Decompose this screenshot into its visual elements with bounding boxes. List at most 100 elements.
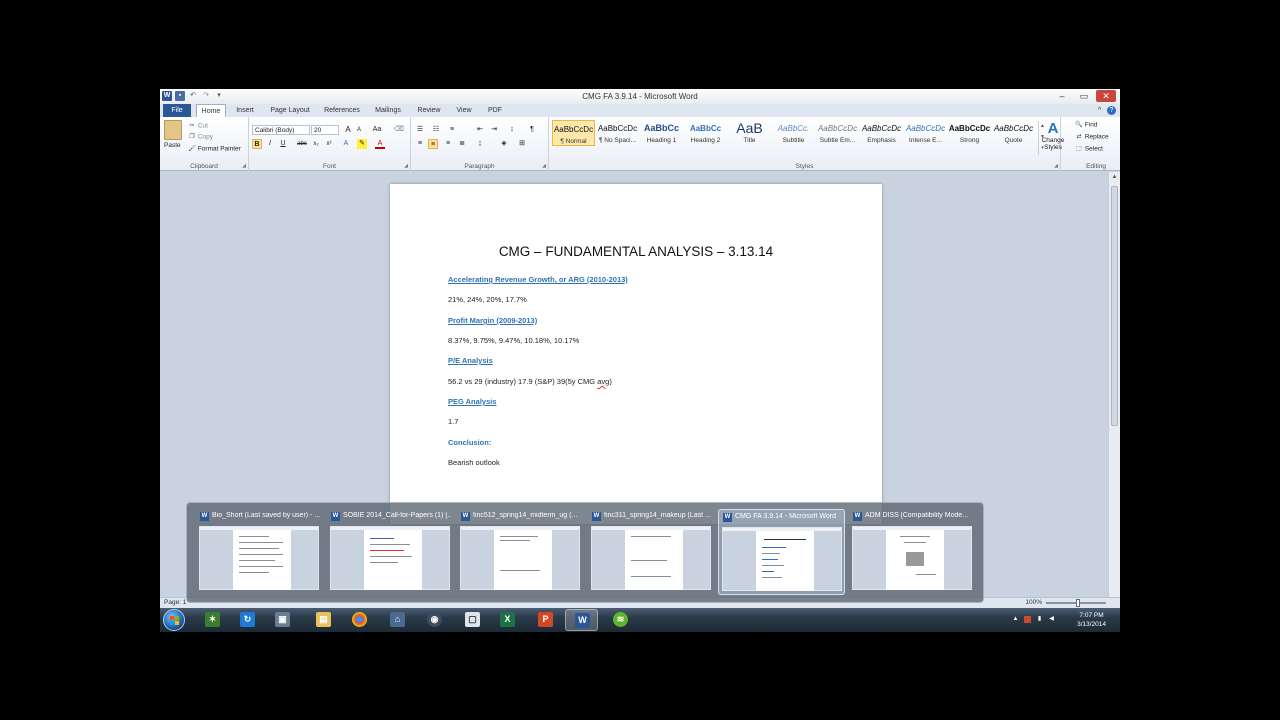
paragraph-launcher-icon[interactable]: ◢ <box>542 163 546 169</box>
underline-button[interactable]: U <box>278 139 288 149</box>
paste-icon[interactable] <box>164 120 182 140</box>
heading-pe-analysis[interactable]: P/E Analysis <box>448 356 493 365</box>
taskbar-powerpoint[interactable]: P <box>529 609 562 631</box>
replace-button[interactable]: ⇄ Replace <box>1075 133 1108 141</box>
decrease-indent-icon[interactable]: ⇤ <box>475 125 485 135</box>
minimize-button[interactable]: – <box>1052 90 1072 102</box>
tab-references[interactable]: References <box>320 104 364 117</box>
line-spacing-icon[interactable]: ↨ <box>475 139 485 149</box>
scroll-up-icon[interactable]: ▲ <box>1109 172 1120 182</box>
close-button[interactable]: ✕ <box>1096 90 1116 102</box>
taskbar-spotify[interactable]: ≋ <box>604 609 637 631</box>
justify-icon[interactable]: ≣ <box>457 139 467 149</box>
taskbar-app-3[interactable]: ▣ <box>266 609 299 631</box>
body-pe-analysis[interactable]: 56.2 vs 29 (industry) 17.9 (S&P) 39(5y C… <box>448 377 612 386</box>
tab-file[interactable]: File <box>163 104 191 117</box>
document-title[interactable]: CMG – FUNDAMENTAL ANALYSIS – 3.13.14 <box>390 244 882 259</box>
align-right-icon[interactable]: ≡ <box>443 139 453 149</box>
change-case-button[interactable]: Aa <box>369 125 385 135</box>
preview-finc512-midterm[interactable]: W finc512_spring14_midterm_ug (... <box>457 509 584 595</box>
taskbar-app-6[interactable]: ⌂ <box>381 609 414 631</box>
change-styles-button[interactable]: A Change Styles <box>1036 120 1070 160</box>
clear-formatting-icon[interactable]: ⌫ <box>394 125 404 135</box>
sort-icon[interactable]: ↕ <box>507 125 517 135</box>
italic-button[interactable]: I <box>265 139 275 149</box>
show-marks-icon[interactable]: ¶ <box>527 125 537 135</box>
minimize-ribbon-icon[interactable]: ^ <box>1095 106 1104 115</box>
taskbar-app-1[interactable]: ✶ <box>196 609 229 631</box>
copy-button[interactable]: ❐ Copy <box>188 133 213 141</box>
tab-insert[interactable]: Insert <box>230 104 260 117</box>
tab-mailings[interactable]: Mailings <box>370 104 406 117</box>
body-profit-margin[interactable]: 8.37%, 9.75%, 9.47%, 10.18%, 10.17% <box>448 336 579 345</box>
select-button[interactable]: ⬚ Select <box>1075 145 1103 153</box>
taskbar-explorer[interactable]: ▤ <box>307 609 340 631</box>
style-normal[interactable]: AaBbCcDc ¶ Normal <box>552 120 595 146</box>
preview-cmg-fa[interactable]: W CMG FA 3.9.14 - Microsoft Word <box>718 509 845 595</box>
style-intense-emphasis[interactable]: AaBbCcDc Intense E... <box>904 120 947 146</box>
style-subtle-emphasis[interactable]: AaBbCcDc Subtle Em... <box>816 120 859 146</box>
preview-finc311-makeup[interactable]: W finc311_spring14_makeup (Last ... <box>588 509 715 595</box>
taskbar-chrome[interactable] <box>343 609 376 631</box>
heading-peg-analysis[interactable]: PEG Analysis <box>448 397 497 406</box>
borders-icon[interactable]: ⊞ <box>517 139 527 149</box>
maximize-button[interactable]: ▭ <box>1074 90 1094 102</box>
taskbar-excel[interactable]: X <box>491 609 524 631</box>
strikethrough-button[interactable]: abc <box>295 139 309 149</box>
shrink-font-button[interactable]: A <box>354 125 364 135</box>
show-hidden-icons-icon[interactable]: ▲ <box>1012 616 1019 623</box>
cut-button[interactable]: ✂ Cut <box>188 122 207 130</box>
tab-pdf[interactable]: PDF <box>484 104 506 117</box>
start-button[interactable] <box>163 609 185 631</box>
superscript-button[interactable]: x² <box>324 139 334 149</box>
body-arg[interactable]: 21%, 24%, 20%, 17.7% <box>448 295 527 304</box>
style-subtitle[interactable]: AaBbCc. Subtitle <box>772 120 815 146</box>
tray-app-icon[interactable] <box>1024 616 1031 623</box>
numbering-icon[interactable]: ☷ <box>431 125 441 135</box>
document-page[interactable]: CMG – FUNDAMENTAL ANALYSIS – 3.13.14 Acc… <box>390 184 882 524</box>
font-name-dropdown[interactable]: Calibri (Body) <box>252 125 310 135</box>
preview-adm-diss[interactable]: W ADM DISS [Compatibility Mode... <box>849 509 976 595</box>
grow-font-button[interactable]: A <box>343 125 353 135</box>
taskbar-app-7[interactable]: ◉ <box>418 609 451 631</box>
font-launcher-icon[interactable]: ◢ <box>404 163 408 169</box>
shading-icon[interactable]: ◈ <box>499 139 509 149</box>
style-quote[interactable]: AaBbCcDc Quote <box>992 120 1035 146</box>
multilevel-list-icon[interactable]: ≡ <box>447 125 457 135</box>
zoom-slider-knob[interactable] <box>1076 599 1080 607</box>
find-button[interactable]: 🔍 Find <box>1075 121 1097 129</box>
align-center-icon[interactable]: ≡ <box>428 139 438 149</box>
format-painter-button[interactable]: 🖌 Format Painter <box>188 145 241 153</box>
taskbar-word[interactable]: W <box>565 609 598 631</box>
bold-button[interactable]: B <box>252 139 262 149</box>
align-left-icon[interactable]: ≡ <box>415 139 425 149</box>
style-no-spacing[interactable]: AaBbCcDc ¶ No Spaci... <box>596 120 639 146</box>
font-size-dropdown[interactable]: 20 <box>311 125 339 135</box>
increase-indent-icon[interactable]: ⇥ <box>489 125 499 135</box>
tab-home[interactable]: Home <box>196 104 226 117</box>
styles-launcher-icon[interactable]: ◢ <box>1054 163 1058 169</box>
subscript-button[interactable]: x₂ <box>311 139 321 149</box>
preview-bio-short[interactable]: W Bio_Short (Last saved by user) - ... <box>196 509 323 595</box>
scroll-thumb[interactable] <box>1111 186 1118 426</box>
style-heading-1[interactable]: AaBbCc Heading 1 <box>640 120 683 146</box>
tab-page-layout[interactable]: Page Layout <box>266 104 314 117</box>
heading-profit-margin[interactable]: Profit Margin (2009-2013) <box>448 316 537 325</box>
taskbar-app-8[interactable]: ▢ <box>456 609 489 631</box>
vertical-scrollbar[interactable]: ▲ <box>1108 172 1120 597</box>
font-color-icon[interactable]: A <box>375 139 385 149</box>
heading-arg[interactable]: Accelerating Revenue Growth, or ARG (201… <box>448 275 628 284</box>
style-strong[interactable]: AaBbCcDc Strong <box>948 120 991 146</box>
body-conclusion[interactable]: Bearish outlook <box>448 458 500 467</box>
taskbar-app-2[interactable]: ↻ <box>231 609 264 631</box>
style-emphasis[interactable]: AaBbCcDc Emphasis <box>860 120 903 146</box>
style-title[interactable]: AaB Title <box>728 120 771 146</box>
paste-button[interactable]: Paste <box>164 142 181 149</box>
preview-sobie-2014[interactable]: W SOBIE 2014_Call-for-Papers (1) [... <box>327 509 454 595</box>
network-icon[interactable]: ▮ <box>1036 616 1043 623</box>
style-heading-2[interactable]: AaBbCc Heading 2 <box>684 120 727 146</box>
body-peg-analysis[interactable]: 1.7 <box>448 417 458 426</box>
tab-view[interactable]: View <box>452 104 476 117</box>
tab-review[interactable]: Review <box>414 104 444 117</box>
zoom-level[interactable]: 100% <box>1025 599 1042 606</box>
